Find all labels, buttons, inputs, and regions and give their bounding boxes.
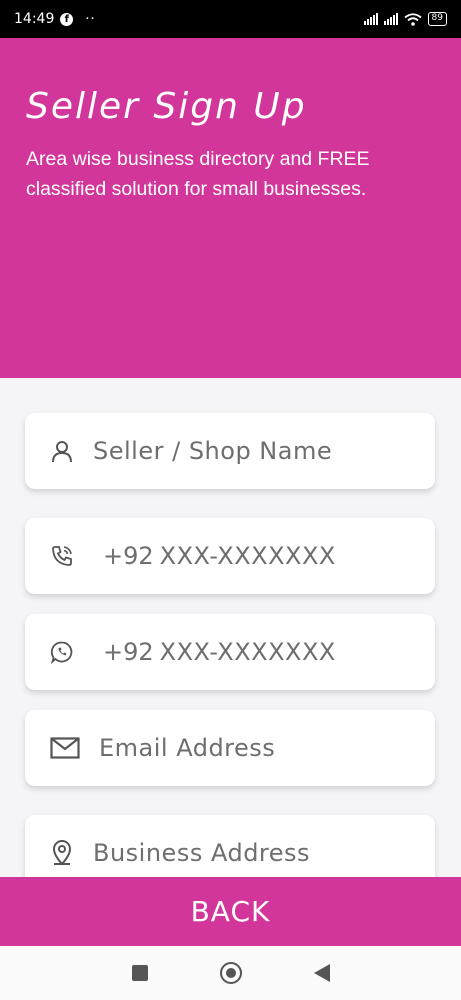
email-field[interactable]: Email Address [25,710,435,786]
recent-apps-icon[interactable] [131,965,148,981]
mail-icon [49,735,81,761]
signal-icon [363,13,378,25]
page-title: Seller Sign Up [26,86,307,127]
home-icon[interactable] [219,962,242,984]
status-bar: 14:49 f ·· 89 [0,0,461,38]
status-time: 14:49 [14,11,55,27]
phone-placeholder: XXX-XXXXXXX [159,542,336,570]
whatsapp-icon [49,639,75,665]
user-icon [49,438,75,464]
phone-prefix: +92 [103,542,154,570]
more-notifications-icon: ·· [85,11,96,27]
whatsapp-placeholder: XXX-XXXXXXX [159,638,336,666]
battery-icon: 89 [427,12,447,26]
wifi-icon [403,12,422,26]
business-address-placeholder: Business Address [93,839,311,867]
system-nav-bar [0,946,461,1000]
shop-name-field[interactable]: Seller / Shop Name [25,413,435,489]
phone-field[interactable]: +92 XXX-XXXXXXX [25,518,435,594]
back-button[interactable]: BACK [0,877,461,946]
page-subtitle: Area wise business directory and FREE cl… [26,148,370,200]
whatsapp-prefix: +92 [103,638,154,666]
shop-name-placeholder: Seller / Shop Name [93,437,333,465]
phone-icon [49,543,75,569]
email-placeholder: Email Address [99,734,276,762]
location-pin-icon [49,840,75,866]
whatsapp-field[interactable]: +92 XXX-XXXXXXX [25,614,435,690]
header-curve [0,280,461,375]
back-triangle-icon[interactable] [313,964,330,982]
signal-icon-2 [383,13,398,25]
facebook-icon: f [60,12,74,26]
